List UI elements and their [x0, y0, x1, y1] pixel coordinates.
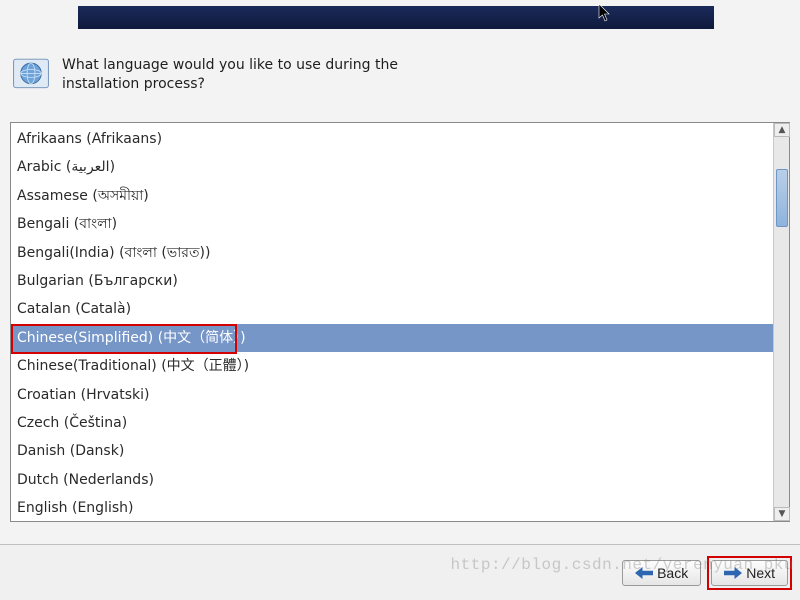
language-option[interactable]: English (English) [11, 494, 773, 521]
top-banner [78, 6, 714, 29]
language-option[interactable]: Bulgarian (Български) [11, 267, 773, 295]
language-option[interactable]: Danish (Dansk) [11, 437, 773, 465]
language-option[interactable]: Dutch (Nederlands) [11, 466, 773, 494]
scroll-down-button[interactable]: ▼ [774, 507, 790, 521]
language-option[interactable]: Czech (Čeština) [11, 409, 773, 437]
language-option[interactable]: Catalan (Català) [11, 295, 773, 323]
scroll-thumb[interactable] [776, 169, 788, 227]
back-button[interactable]: Back [622, 560, 701, 586]
language-option[interactable]: Chinese(Simplified) (中文（简体）) [11, 324, 773, 352]
language-option[interactable]: Arabic (العربية) [11, 153, 773, 181]
globe-icon [12, 56, 50, 94]
footer-bar: Back Next [0, 544, 800, 600]
language-option[interactable]: Chinese(Traditional) (中文（正體）) [11, 352, 773, 380]
scrollbar[interactable]: ▲ ▼ [773, 123, 789, 521]
language-option[interactable]: Bengali(India) (বাংলা (ভারত)) [11, 239, 773, 267]
arrow-right-icon [724, 566, 742, 580]
back-button-label: Back [657, 565, 688, 581]
next-button-label: Next [746, 565, 775, 581]
language-listbox[interactable]: Afrikaans (Afrikaans)Arabic (العربية)Ass… [10, 122, 790, 522]
scroll-up-button[interactable]: ▲ [774, 123, 790, 137]
arrow-left-icon [635, 566, 653, 580]
next-button[interactable]: Next [711, 560, 788, 586]
language-option[interactable]: Bengali (বাংলা) [11, 210, 773, 238]
language-option[interactable]: Assamese (অসমীয়া) [11, 182, 773, 210]
prompt-text: What language would you like to use duri… [62, 56, 402, 94]
language-option[interactable]: Afrikaans (Afrikaans) [11, 125, 773, 153]
language-option[interactable]: Croatian (Hrvatski) [11, 381, 773, 409]
